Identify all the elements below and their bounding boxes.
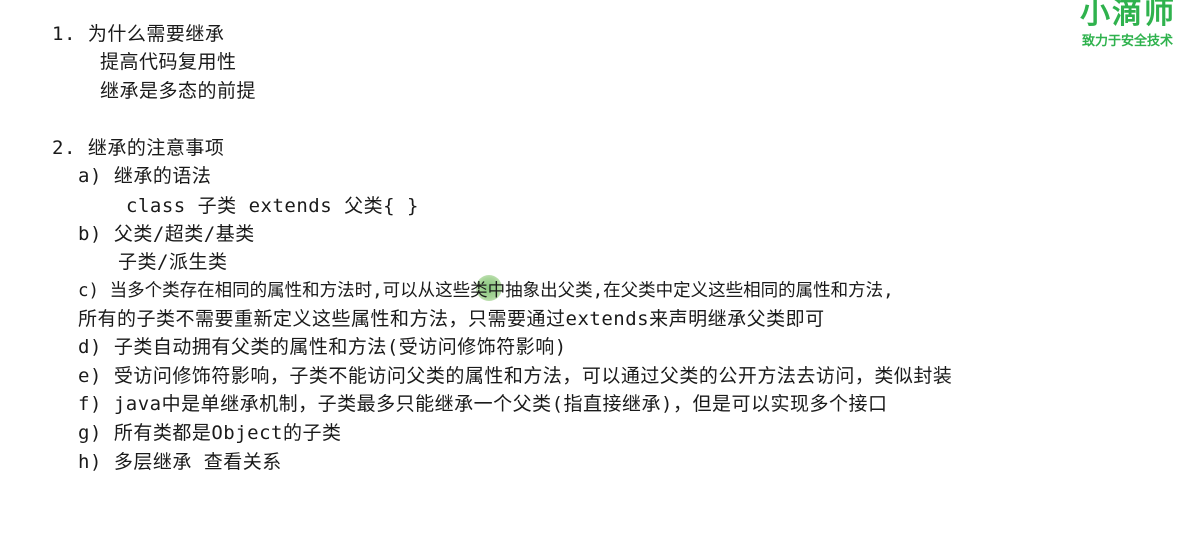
item-c-line-2: 所有的子类不需要重新定义这些属性和方法，只需要通过extends来声明继承父类即… xyxy=(78,308,825,330)
section-1-item-2: 继承是多态的前提 xyxy=(100,80,257,102)
section-1-title: 1. 为什么需要继承 xyxy=(52,23,225,45)
section-2-title: 2. 继承的注意事项 xyxy=(52,137,225,159)
item-b-line-1: b) 父类/超类/基类 xyxy=(78,223,255,245)
item-g-line: g) 所有类都是Object的子类 xyxy=(78,422,342,444)
item-h-line: h) 多层继承 查看关系 xyxy=(78,451,282,473)
item-a-code: class 子类 extends 父类{ } xyxy=(126,195,419,217)
item-a-title: a) 继承的语法 xyxy=(78,165,212,187)
item-b-line-2: 子类/派生类 xyxy=(118,251,228,273)
brand-logo-mark: 小滴师 xyxy=(1080,0,1176,31)
item-c-line-1: c) 当多个类存在相同的属性和方法时,可以从这些类中抽象出父类,在父类中定义这些… xyxy=(78,281,894,301)
brand-slogan: 致力于安全技术 xyxy=(1082,34,1174,49)
brand-logo: 小滴师 致力于安全技术 xyxy=(1074,0,1186,52)
item-d-line: d) 子类自动拥有父类的属性和方法(受访问修饰符影响) xyxy=(78,336,567,358)
section-1-item-1: 提高代码复用性 xyxy=(100,51,237,73)
item-e-line: e) 受访问修饰符影响，子类不能访问父类的属性和方法，可以通过父类的公开方法去访… xyxy=(78,365,953,387)
item-f-line: f) java中是单继承机制，子类最多只能继承一个父类(指直接继承)，但是可以实… xyxy=(78,393,888,415)
